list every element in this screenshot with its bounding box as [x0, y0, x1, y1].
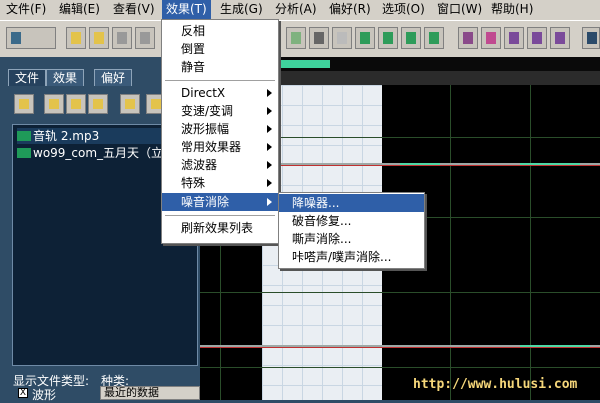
menu-separator: [165, 215, 275, 216]
menu-item-noise-reducer[interactable]: 降噪器...: [279, 194, 424, 212]
watermark: http://www.hulusi.com: [413, 377, 578, 392]
submenu-arrow-icon: [267, 179, 272, 187]
options-icon[interactable]: [120, 94, 140, 114]
menu-item-label: 特殊: [181, 176, 206, 190]
sort-select[interactable]: 最近的数据: [100, 386, 200, 400]
submenu-arrow-icon: [267, 198, 272, 206]
menu-item-label: 噪音消除: [181, 195, 230, 209]
menu-effects[interactable]: 效果(T): [162, 0, 211, 19]
submenu-arrow-icon: [267, 125, 272, 133]
menu-favorites[interactable]: 偏好(R): [325, 0, 375, 19]
menu-item-label: DirectX: [181, 86, 226, 100]
waveform-checkbox[interactable]: X: [18, 388, 28, 398]
menu-item-label: 倒置: [181, 42, 206, 56]
waveform-view-icon[interactable]: [6, 27, 56, 49]
waveform-checkbox-label: 波形: [32, 388, 57, 402]
menu-item-invert[interactable]: 反相: [162, 22, 278, 40]
menu-item-label: 滤波器: [181, 158, 218, 172]
menu-item-label: 常用效果器: [181, 140, 242, 154]
save-as-icon[interactable]: [135, 27, 155, 49]
menu-bar: 文件(F) 编辑(E) 查看(V) 效果(T) 生成(G) 分析(A) 偏好(R…: [0, 0, 600, 20]
centerline-right: [200, 347, 600, 348]
submenu-arrow-icon: [267, 161, 272, 169]
menu-item-label: 变速/变调: [181, 104, 234, 118]
menu-item-noise-reduction[interactable]: 噪音消除: [162, 193, 278, 211]
menu-file[interactable]: 文件(F): [2, 0, 50, 19]
menu-item-label: 刷新效果列表: [181, 221, 254, 235]
menu-edit[interactable]: 编辑(E): [55, 0, 104, 19]
menu-item-special[interactable]: 特殊: [162, 174, 278, 192]
envelope-icon[interactable]: [458, 27, 478, 49]
noise-reduction-submenu: 降噪器... 破音修复... 嘶声消除... 咔嗒声/噗声消除...: [278, 192, 425, 269]
menu-item-time-pitch[interactable]: 变速/变调: [162, 102, 278, 120]
menu-item-reverse[interactable]: 倒置: [162, 40, 278, 58]
menu-item-label: 咔嗒声/噗声消除...: [292, 250, 392, 264]
copy-icon[interactable]: [286, 27, 306, 49]
play-icon[interactable]: [424, 27, 444, 49]
menu-item-silence[interactable]: 静音: [162, 58, 278, 76]
menu-item-clip-restoration[interactable]: 破音修复...: [279, 212, 424, 230]
silence-icon[interactable]: [401, 27, 421, 49]
menu-item-label: 静音: [181, 60, 206, 74]
menu-item-amplitude[interactable]: 波形振幅: [162, 120, 278, 138]
menu-item-label: 波形振幅: [181, 122, 230, 136]
menu-options[interactable]: 选项(O): [378, 0, 429, 19]
close-file-icon[interactable]: [66, 94, 86, 114]
menu-item-directx[interactable]: DirectX: [162, 84, 278, 102]
import-icon[interactable]: [44, 94, 64, 114]
open-file-icon[interactable]: [14, 94, 34, 114]
tab-files[interactable]: 文件: [8, 69, 47, 86]
menu-item-label: 破音修复...: [292, 214, 352, 228]
menu-item-refresh-effects[interactable]: 刷新效果列表: [162, 219, 278, 237]
menu-item-label: 反相: [181, 24, 206, 38]
new-file-icon[interactable]: [66, 27, 86, 49]
file-name: wo99_com_五月天（立...: [33, 146, 175, 160]
save-icon[interactable]: [112, 27, 132, 49]
menu-item-label: 嘶声消除...: [292, 232, 352, 246]
menu-item-filters[interactable]: 滤波器: [162, 156, 278, 174]
menu-window[interactable]: 窗口(W): [433, 0, 486, 19]
mix-paste-icon[interactable]: [355, 27, 375, 49]
menu-item-common-effects[interactable]: 常用效果器: [162, 138, 278, 156]
file-name: 音轨 2.mp3: [33, 129, 100, 143]
tab-effects[interactable]: 效果: [46, 69, 85, 86]
submenu-arrow-icon: [267, 107, 272, 115]
toolbar-more-icon[interactable]: [582, 27, 600, 49]
layout-icon[interactable]: [550, 27, 570, 49]
trim-icon[interactable]: [378, 27, 398, 49]
spectral-icon[interactable]: [481, 27, 501, 49]
effects-menu: 反相 倒置 静音 DirectX 变速/变调 波形振幅 常用效果器 滤波器 特殊…: [161, 19, 279, 244]
menu-item-click-pop-eliminator[interactable]: 咔嗒声/噗声消除...: [279, 248, 424, 266]
wave-file-icon: [17, 148, 31, 158]
submenu-arrow-icon: [267, 143, 272, 151]
menu-separator: [165, 80, 275, 81]
toolbar: [0, 20, 600, 58]
folder-icon[interactable]: [89, 27, 109, 49]
multitrack-icon[interactable]: [527, 27, 547, 49]
tab-favorites[interactable]: 偏好: [94, 69, 133, 86]
cut-icon[interactable]: [309, 27, 329, 49]
submenu-arrow-icon: [267, 89, 272, 97]
grid-icon[interactable]: [504, 27, 524, 49]
menu-help[interactable]: 帮助(H): [487, 0, 537, 19]
edit-file-icon[interactable]: [88, 94, 108, 114]
menu-item-label: 降噪器...: [292, 196, 340, 210]
menu-view[interactable]: 查看(V): [109, 0, 159, 19]
menu-generate[interactable]: 生成(G): [216, 0, 267, 19]
paste-icon[interactable]: [332, 27, 352, 49]
wave-file-icon: [17, 131, 31, 141]
menu-analyze[interactable]: 分析(A): [271, 0, 321, 19]
menu-item-hiss-reduction[interactable]: 嘶声消除...: [279, 230, 424, 248]
